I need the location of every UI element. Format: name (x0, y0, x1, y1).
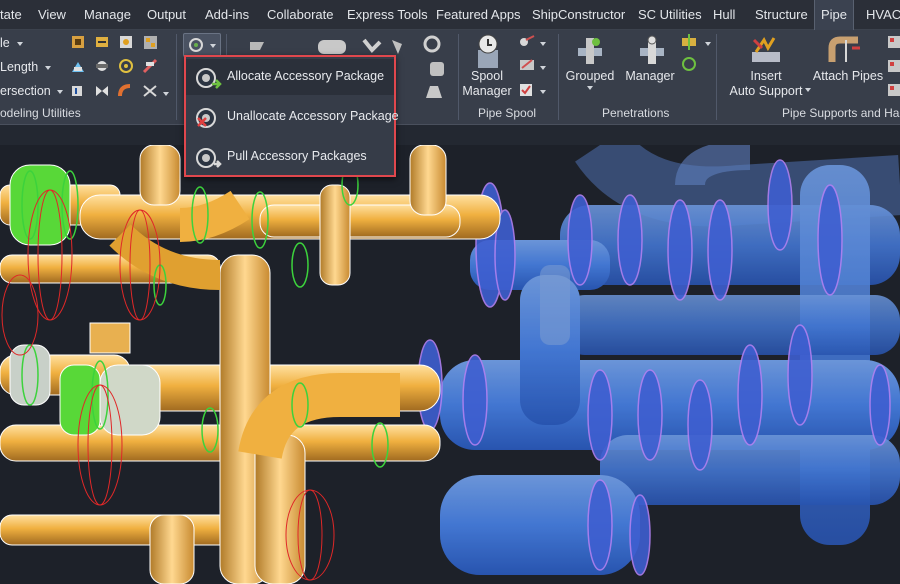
spool-manager-label-line2: Manager (462, 84, 512, 98)
grouped-penetration-icon (578, 38, 602, 64)
route-tool-icon[interactable] (72, 62, 84, 72)
panel-label-pipe-spool: Pipe Spool (478, 106, 537, 120)
attach-pipes-icon (828, 36, 860, 62)
insert-auto-support-label-line2: Auto Support (729, 84, 803, 98)
modeling-tools-icon-grid (72, 36, 158, 97)
bend-tool-icon[interactable] (118, 84, 131, 97)
chevron-down-icon[interactable] (540, 90, 546, 94)
tab-annotate[interactable]: tate (0, 0, 22, 30)
unallocate-package-icon (196, 108, 216, 128)
attach-pipes-button[interactable]: Attach Pipes (812, 69, 884, 84)
tab-add-ins[interactable]: Add-ins (205, 0, 249, 30)
accessory-package-split-button[interactable] (183, 33, 221, 57)
panel-separator (716, 34, 717, 120)
panel-label-modeling-utilities: odeling Utilities (0, 106, 81, 120)
chevron-down-icon[interactable] (705, 42, 711, 46)
fitting-tool-icon[interactable] (72, 36, 84, 48)
tab-output[interactable]: Output (147, 0, 186, 30)
grouped-button[interactable]: Grouped (562, 69, 618, 84)
cut-tool-icon[interactable] (142, 58, 158, 74)
penetration-manager-button[interactable]: Manager (622, 69, 678, 84)
support-tool-icon[interactable] (888, 84, 900, 96)
tab-express-tools[interactable]: Express Tools (347, 0, 428, 30)
tab-hull[interactable]: Hull (713, 0, 735, 30)
reducer-icon[interactable] (426, 86, 442, 98)
tab-featured-apps[interactable]: Featured Apps (436, 0, 521, 30)
insert-tool-icon[interactable] (72, 86, 82, 96)
flange-tool-icon[interactable] (119, 59, 133, 73)
chevron-down-icon[interactable] (163, 92, 169, 96)
menu-item-allocate-accessory-package[interactable]: Allocate Accessory Package (186, 59, 394, 95)
allocate-package-icon (196, 68, 222, 89)
support-tool-icon[interactable] (888, 36, 900, 48)
modeling-item-length[interactable]: Length (0, 60, 38, 74)
menu-item-label: Allocate Accessory Package (227, 69, 385, 83)
spool-tools-icon-group (520, 35, 535, 96)
panel-label-pipe-supports: Pipe Supports and Ha (782, 106, 900, 120)
tee-icon[interactable] (430, 62, 444, 76)
accessory-package-icon (189, 38, 203, 52)
panel-separator (176, 34, 177, 120)
ribbon-tab-bar: tate View Manage Output Add-ins Collabor… (0, 0, 900, 30)
chevron-down-icon (210, 44, 216, 48)
insert-auto-support-icon (752, 37, 780, 62)
grid-tool-icon[interactable] (144, 36, 157, 49)
menu-item-label: Pull Accessory Packages (227, 149, 367, 163)
tab-hvac[interactable]: HVAC (866, 0, 900, 30)
penetration-manager-icon (640, 35, 664, 64)
chevron-down-icon[interactable] (540, 66, 546, 70)
menu-item-unallocate-accessory-package[interactable]: Unallocate Accessory Package (186, 99, 399, 135)
chevron-down-icon[interactable] (17, 42, 23, 46)
spool-link-icon[interactable] (520, 35, 535, 46)
modeling-item-1[interactable]: le (0, 36, 10, 50)
spool-check-icon[interactable] (520, 84, 532, 96)
cap-icon[interactable] (392, 40, 402, 54)
insert-auto-support-label-line1: Insert (750, 69, 782, 83)
model-viewport[interactable] (0, 145, 900, 584)
spool-manager-icon (478, 34, 498, 68)
support-tools-icon-group (888, 36, 900, 96)
insert-auto-support-button[interactable]: Insert Auto Support (728, 69, 804, 99)
spool-edit-icon[interactable] (520, 59, 534, 70)
chevron-down-icon[interactable] (540, 42, 546, 46)
accessory-package-dropdown-menu: Allocate Accessory Package Unallocate Ac… (184, 55, 399, 177)
tab-sc-utilities[interactable]: SC Utilities (638, 0, 702, 30)
wrench-icon[interactable] (250, 42, 264, 50)
panel-separator (558, 34, 559, 120)
elbow-icon[interactable] (362, 38, 382, 53)
pull-packages-icon (196, 148, 222, 168)
penetration-add-icon[interactable] (682, 34, 696, 50)
tab-shipconstructor[interactable]: ShipConstructor (532, 0, 625, 30)
chevron-down-icon[interactable] (587, 86, 593, 90)
pipe-tool-icon[interactable] (96, 37, 108, 47)
tab-view[interactable]: View (38, 0, 66, 30)
chevron-down-icon[interactable] (45, 66, 51, 70)
modeling-item-intersection[interactable]: ersection (0, 84, 51, 98)
penetration-sync-icon[interactable] (682, 57, 696, 71)
pipe-segment-icon[interactable] (318, 40, 346, 54)
menu-item-label: Unallocate Accessory Package (227, 109, 399, 123)
tab-manage[interactable]: Manage (84, 0, 131, 30)
ribbon-bottom-strip (0, 125, 900, 145)
panel-label-penetrations: Penetrations (602, 106, 670, 120)
pipe-model-scene (0, 145, 900, 584)
menu-item-pull-accessory-packages[interactable]: Pull Accessory Packages (186, 139, 394, 175)
chevron-down-icon[interactable] (57, 90, 63, 94)
valve-tool-icon[interactable] (96, 86, 108, 96)
spool-manager-button[interactable]: Spool Manager (458, 69, 516, 99)
tab-structure[interactable]: Structure (755, 0, 808, 30)
chevron-down-icon[interactable] (805, 88, 811, 92)
tab-collaborate[interactable]: Collaborate (267, 0, 334, 30)
tab-pipe[interactable]: Pipe (814, 0, 855, 30)
spool-manager-label-line1: Spool (471, 69, 503, 83)
penetration-tools-icon-group (682, 34, 696, 71)
ribbon-panel-area: le Length ersection odeling Utilities Sp… (0, 30, 900, 125)
gear-tool-icon[interactable] (120, 36, 132, 48)
connect-tool-icon[interactable] (96, 61, 108, 71)
support-tool-icon[interactable] (888, 60, 900, 72)
split-tool-icon[interactable] (143, 85, 157, 97)
ring-icon[interactable] (423, 35, 441, 53)
